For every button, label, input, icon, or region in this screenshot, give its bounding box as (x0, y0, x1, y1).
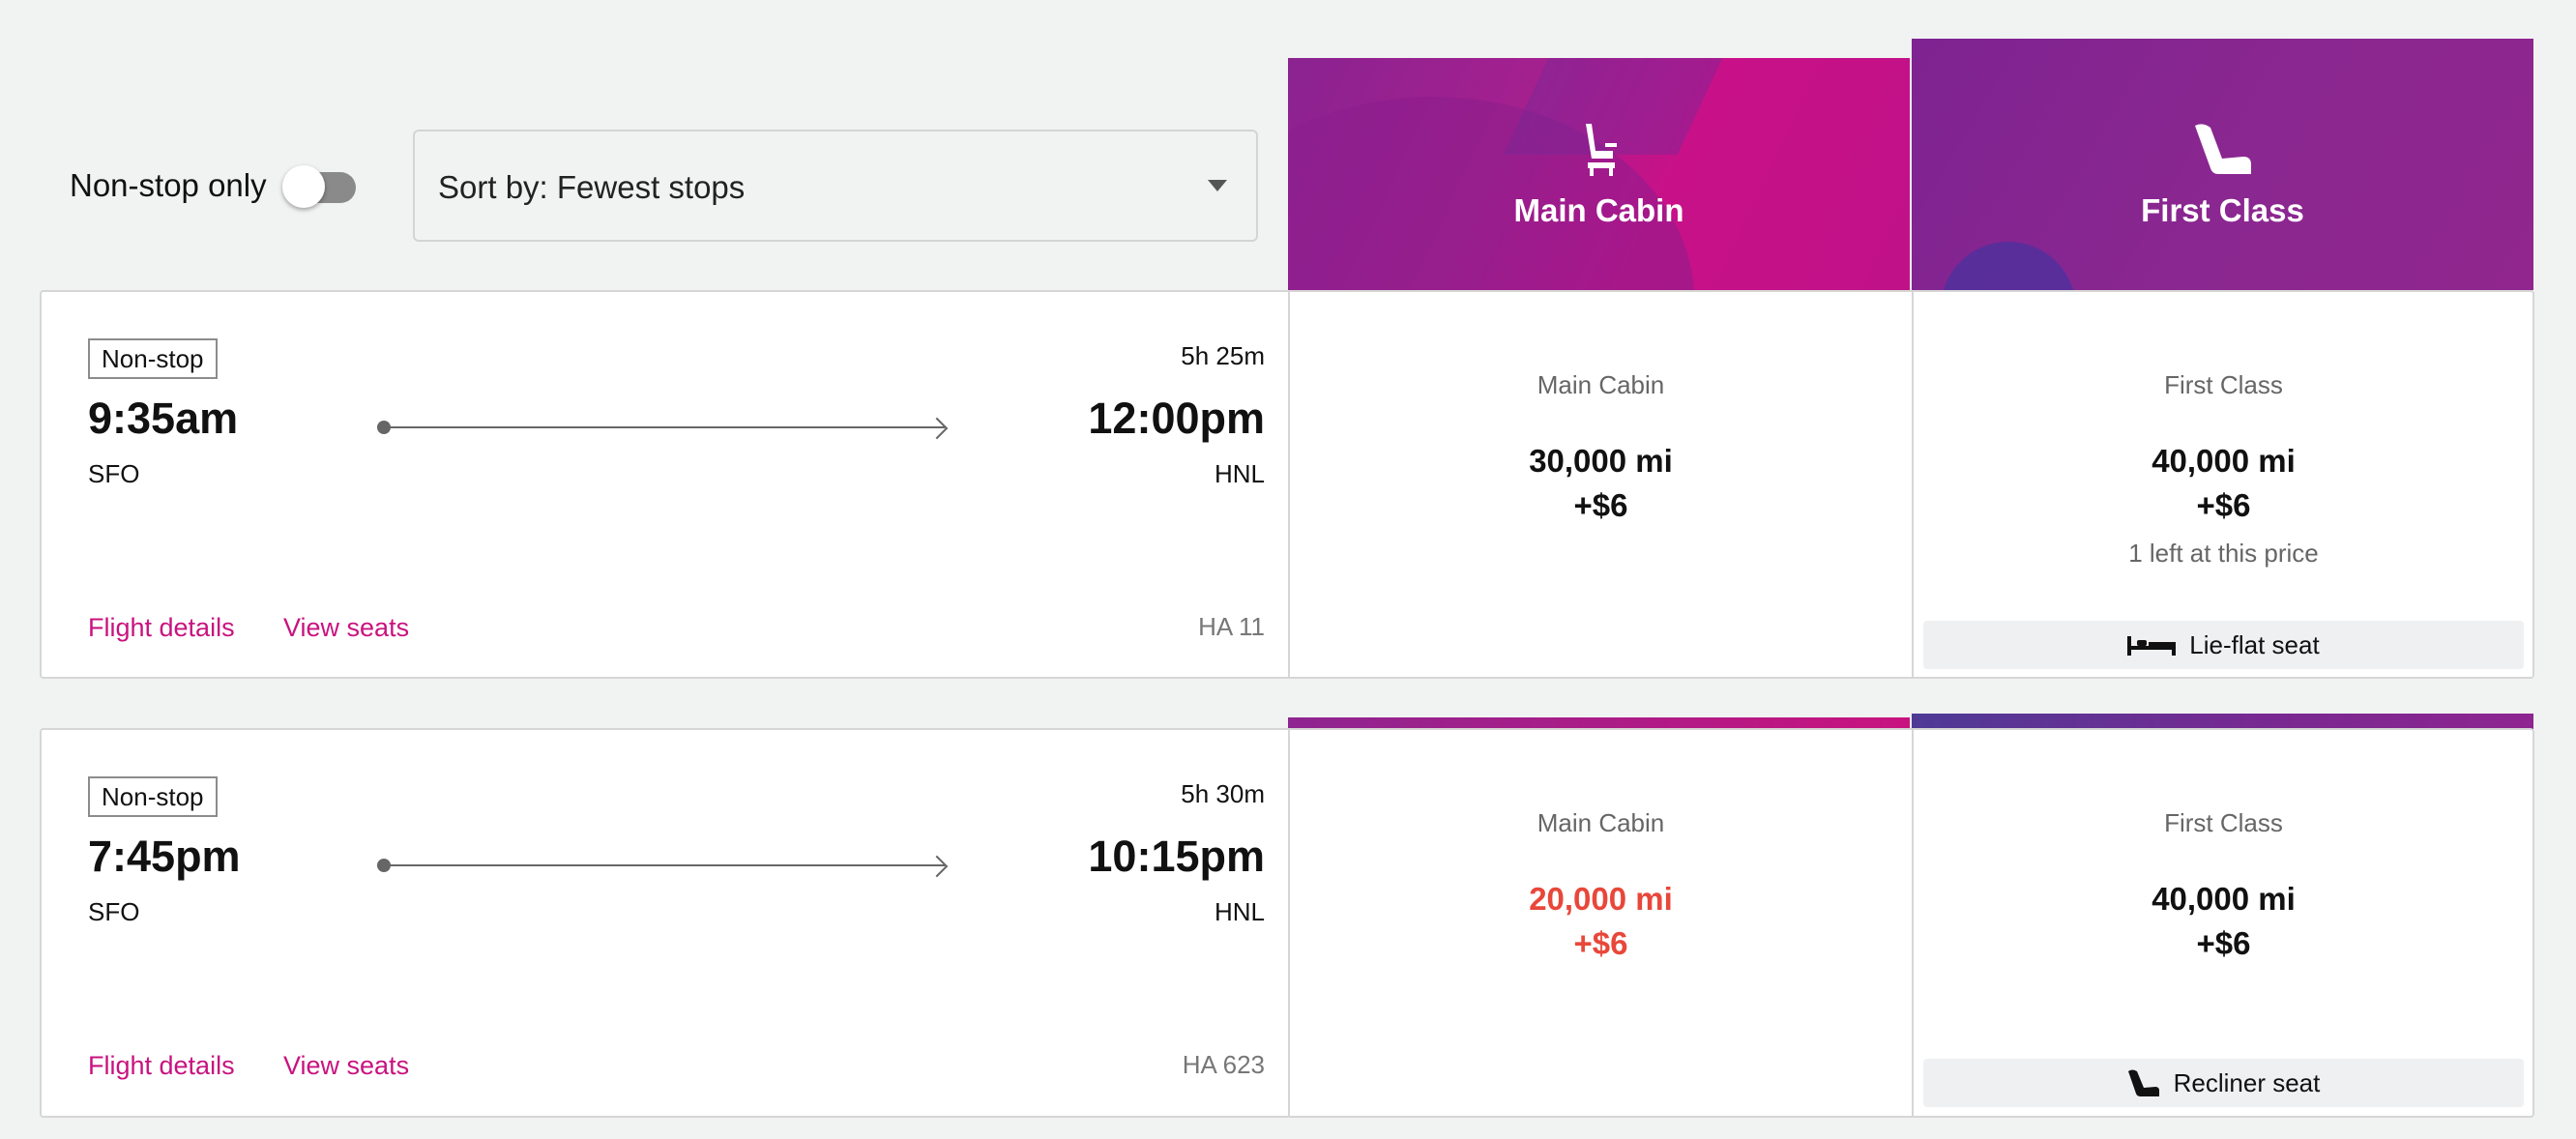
flight-details-link[interactable]: Flight details (88, 611, 235, 644)
fare-fee: +$6 (1573, 487, 1628, 523)
view-seats-link[interactable]: View seats (283, 611, 409, 644)
sort-value: Sort by: Fewest stops (438, 169, 746, 205)
arrival-time: 12:00pm (1088, 394, 1265, 443)
seat-icon (1585, 124, 1617, 176)
nonstop-toggle-knob[interactable] (282, 165, 325, 208)
first-class-title: First Class (2141, 192, 2304, 228)
recliner-seat-icon (2194, 124, 2251, 174)
route-line (384, 864, 945, 866)
chevron-down-icon (1208, 180, 1227, 191)
flight-card: Non-stop 5h 30m 7:45pm SFO 10:15pm HNL F… (40, 728, 2534, 1118)
stops-badge: Non-stop (88, 776, 218, 817)
fare-miles: 40,000 mi (2152, 443, 2296, 479)
flight-duration: 5h 30m (1181, 779, 1265, 808)
arrival-airport: HNL (1214, 897, 1265, 926)
fare-first-class[interactable]: First Class 40,000 mi +$6 1 left at this… (1914, 292, 2533, 677)
fare-fee: +$6 (2196, 487, 2251, 523)
arrival-time: 10:15pm (1088, 832, 1265, 881)
main-cabin-header: Main Cabin (1288, 58, 1910, 290)
sort-dropdown[interactable]: Sort by: Fewest stops (413, 130, 1258, 242)
fare-main-cabin[interactable]: Main Cabin 30,000 mi +$6 (1290, 292, 1912, 677)
fare-fee: +$6 (2196, 925, 2251, 961)
recliner-seat-icon (2127, 1069, 2159, 1096)
fare-fee-sale: +$6 (1573, 925, 1628, 961)
departure-airport: SFO (88, 897, 140, 926)
arrow-right-icon (925, 855, 949, 878)
seat-type-badge: Recliner seat (1923, 1059, 2524, 1107)
departure-time: 9:35am (88, 394, 239, 443)
first-class-header: First Class (1912, 39, 2533, 290)
fare-first-class[interactable]: First Class 40,000 mi +$6 Recliner seat (1914, 730, 2533, 1116)
fare-cabin-label: Main Cabin (1537, 370, 1665, 399)
route-line (384, 426, 945, 428)
view-seats-link[interactable]: View seats (283, 1049, 409, 1082)
seat-type-label: Lie-flat seat (2189, 629, 2320, 659)
flight-number: HA 623 (1182, 1050, 1265, 1079)
fare-miles: 30,000 mi (1529, 443, 1673, 479)
availability-note: 1 left at this price (2128, 539, 2319, 568)
fare-cabin-label: First Class (2164, 808, 2283, 837)
fare-cabin-label: First Class (2164, 370, 2283, 399)
fare-miles: 40,000 mi (2152, 881, 2296, 917)
fare-cabin-label: Main Cabin (1537, 808, 1665, 837)
arrival-airport: HNL (1214, 459, 1265, 488)
arrow-right-icon (925, 417, 949, 440)
fare-miles-sale: 20,000 mi (1529, 881, 1673, 917)
flight-duration: 5h 25m (1181, 341, 1265, 370)
first-class-color-strip (1912, 714, 2533, 729)
bed-icon (2127, 636, 2177, 656)
fare-main-cabin[interactable]: Main Cabin 20,000 mi +$6 (1290, 730, 1912, 1116)
stops-badge: Non-stop (88, 338, 218, 379)
main-cabin-title: Main Cabin (1513, 192, 1684, 228)
nonstop-toggle-label: Non-stop only (70, 167, 267, 203)
departure-time: 7:45pm (88, 832, 241, 881)
flight-details-link[interactable]: Flight details (88, 1049, 235, 1082)
flight-card: Non-stop 5h 25m 9:35am SFO 12:00pm HNL F… (40, 290, 2534, 679)
seat-type-label: Recliner seat (2173, 1067, 2321, 1097)
flight-number: HA 11 (1198, 612, 1265, 641)
departure-airport: SFO (88, 459, 140, 488)
seat-type-badge: Lie-flat seat (1923, 621, 2524, 669)
